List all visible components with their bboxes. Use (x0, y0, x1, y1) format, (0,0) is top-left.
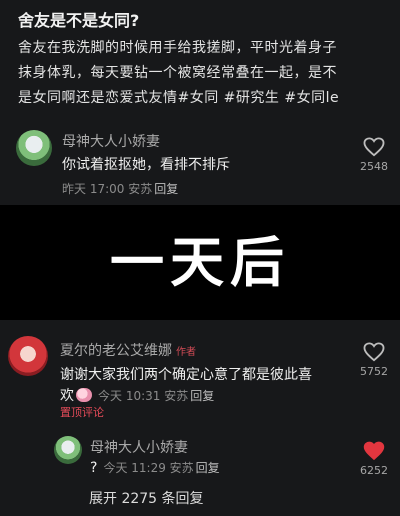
banner: 一天后 (0, 205, 400, 320)
question-body-line: 是女同啊还是恋爱式友情#女同 #研究生 #女同le (18, 90, 340, 106)
comment-meta: 今天 10:31 安苏 回复 (98, 389, 214, 403)
question-body: 舍友在我洗脚的时候用手给我搓脚，平时光着身子 抹身体乳，每天要钻一个被窝经常叠在… (18, 36, 386, 111)
reply-button[interactable]: 回复 (196, 461, 220, 475)
comment-text: 谢谢大家我们两个确定心意了都是彼此喜 (60, 367, 312, 383)
author-tag: 作者 (176, 347, 196, 358)
avatar[interactable] (8, 336, 48, 376)
question-title: 舍友是不是女同? (18, 11, 140, 30)
reply-button[interactable]: 回复 (154, 182, 178, 196)
comment-time: 今天 11:29 安苏 (103, 461, 194, 475)
banner-text: 一天后 (110, 231, 290, 294)
commenter-name[interactable]: 母神大人小娇妻 (90, 437, 188, 457)
comment-text-end: 欢 (60, 388, 74, 404)
expand-replies-button[interactable]: 展开 2275 条回复 (89, 488, 204, 508)
comment-time: 昨天 17:00 安苏 (62, 182, 153, 196)
comment-text: 你试着抠抠她，看排不排斥 (62, 157, 230, 173)
reply-button[interactable]: 回复 (190, 389, 214, 403)
comment-meta: 今天 11:29 安苏 回复 (103, 461, 219, 475)
comment-time: 今天 10:31 安苏 (98, 389, 189, 403)
question-section: 舍友是不是女同? 舍友在我洗脚的时候用手给我搓脚，平时光着身子 抹身体乳，每天要… (0, 0, 400, 205)
emoji-icon (76, 388, 92, 402)
liked-heart-icon[interactable] (363, 441, 385, 461)
commenter-name[interactable]: 母神大人小娇妻 (62, 131, 160, 151)
commenter-name[interactable]: 夏尔的老公艾维娜 (60, 340, 172, 360)
reply-text-row: ? 今天 11:29 安苏 回复 (90, 459, 220, 476)
like-count: 2548 (360, 160, 388, 173)
like-count: 5752 (360, 365, 388, 378)
like-count: 6252 (360, 464, 388, 477)
like-heart-icon[interactable] (363, 342, 385, 362)
comment-meta: 昨天 17:00 安苏 回复 (62, 180, 178, 197)
like-heart-icon[interactable] (363, 137, 385, 157)
question-body-line: 舍友在我洗脚的时候用手给我搓脚，平时光着身子 (18, 40, 337, 56)
avatar[interactable] (54, 436, 82, 464)
question-body-line: 抹身体乳，每天要钻一个被窝经常叠在一起，是不 (18, 65, 337, 81)
pinned-label: 置顶评论 (60, 406, 104, 419)
reply-text: ? (90, 460, 98, 476)
avatar[interactable] (16, 130, 52, 166)
comment-text-line2: 欢 今天 10:31 安苏 回复 (60, 385, 214, 405)
